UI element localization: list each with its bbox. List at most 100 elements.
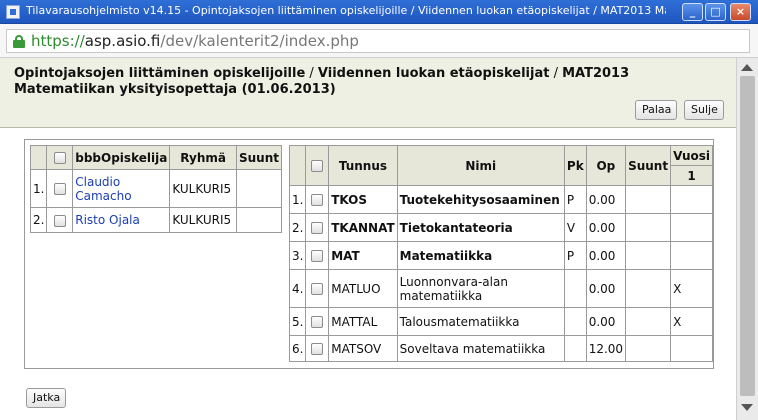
course-pk bbox=[563, 269, 587, 308]
courses-table: Tunnus Nimi Pk Op Suunt Vuosi 1 1. TKOS Tu… bbox=[288, 145, 713, 362]
select-all-students-checkbox[interactable] bbox=[53, 152, 66, 164]
back-button[interactable]: Palaa bbox=[635, 100, 677, 120]
column-header-year-1[interactable]: 1 bbox=[670, 165, 713, 186]
breadcrumb-item: Viidennen luokan etäopiskelijat bbox=[317, 66, 550, 81]
continue-button[interactable]: Jatka bbox=[26, 388, 66, 408]
course-code: MATLUO bbox=[328, 269, 398, 308]
row-number: 1. bbox=[29, 169, 48, 208]
lock-icon bbox=[13, 35, 25, 48]
course-code: MAT bbox=[328, 241, 398, 270]
course-checkbox[interactable] bbox=[311, 194, 324, 206]
course-op: 0.00 bbox=[585, 269, 627, 308]
url-text: https://asp.asio.fi/dev/kalenterit2/inde… bbox=[31, 32, 359, 50]
course-code: TKANNAT bbox=[328, 213, 398, 242]
course-year bbox=[670, 335, 713, 362]
course-name: Luonnonvara-alan matematiikka bbox=[396, 269, 565, 308]
row-number: 4. bbox=[288, 269, 307, 308]
course-pk: V bbox=[563, 213, 587, 242]
course-suunt bbox=[625, 241, 672, 270]
course-pk bbox=[563, 335, 587, 362]
course-checkbox[interactable] bbox=[311, 283, 324, 295]
course-code: TKOS bbox=[328, 185, 398, 214]
course-suunt bbox=[625, 213, 672, 242]
course-suunt bbox=[625, 335, 672, 362]
student-group: KULKURI5 bbox=[169, 207, 237, 233]
table-row[interactable]: 5. MATTAL Talousmatematiikka 0.00 X bbox=[288, 307, 713, 336]
scroll-down-icon[interactable] bbox=[741, 404, 753, 411]
student-link[interactable]: Risto Ojala bbox=[75, 213, 140, 227]
course-year: X bbox=[670, 307, 713, 336]
course-year bbox=[670, 241, 713, 270]
course-pk: P bbox=[563, 241, 587, 270]
vertical-scrollbar[interactable] bbox=[736, 58, 758, 420]
column-header-code[interactable]: Tunnus bbox=[328, 145, 398, 186]
close-button[interactable]: Sulje bbox=[684, 100, 724, 120]
course-checkbox[interactable] bbox=[311, 343, 324, 355]
row-number: 5. bbox=[288, 307, 307, 336]
course-checkbox[interactable] bbox=[311, 222, 324, 234]
content-frame: bbbOpiskelija Ryhmä Suunt 1. Claudio Cam… bbox=[24, 139, 714, 369]
maximize-button[interactable]: □ bbox=[705, 3, 726, 21]
row-number: 2. bbox=[288, 213, 307, 242]
window-title: Tilavarausohjelmisto v14.15 - Opintojaks… bbox=[26, 4, 666, 17]
scroll-up-icon[interactable] bbox=[741, 64, 753, 71]
course-op: 0.00 bbox=[585, 213, 627, 242]
course-code: MATSOV bbox=[328, 335, 398, 362]
row-number: 2. bbox=[29, 207, 48, 233]
url-field[interactable]: https://asp.asio.fi/dev/kalenterit2/inde… bbox=[6, 29, 750, 53]
course-name: Talousmatematiikka bbox=[396, 307, 565, 336]
table-row[interactable]: 3. MAT Matematiikka P 0.00 bbox=[288, 241, 713, 270]
student-checkbox[interactable] bbox=[53, 214, 66, 227]
breadcrumb: Opintojaksojen liittäminen opiskelijoill… bbox=[14, 66, 630, 97]
table-row[interactable]: 6. MATSOV Soveltava matematiikka 12.00 bbox=[288, 335, 713, 362]
table-row[interactable]: 4. MATLUO Luonnonvara-alan matematiikka 0.0… bbox=[288, 269, 713, 308]
column-header-pk[interactable]: Pk bbox=[563, 145, 587, 186]
course-op: 0.00 bbox=[585, 307, 627, 336]
scroll-thumb[interactable] bbox=[740, 76, 755, 396]
course-code: MATTAL bbox=[328, 307, 398, 336]
app-icon bbox=[6, 5, 20, 19]
course-op: 0.00 bbox=[585, 185, 627, 214]
close-window-button[interactable]: × bbox=[730, 3, 751, 21]
course-year bbox=[670, 213, 713, 242]
breadcrumb-item: Opintojaksojen liittäminen opiskelijoill… bbox=[14, 66, 306, 81]
course-op: 0.00 bbox=[585, 241, 627, 270]
student-suunt bbox=[235, 169, 283, 208]
table-row[interactable]: 1. TKOS Tuotekehitysosaaminen P 0.00 bbox=[288, 185, 713, 214]
table-row: 1. Claudio Camacho KULKURI5 bbox=[29, 169, 283, 208]
course-name: Soveltava matematiikka bbox=[396, 335, 565, 362]
course-checkbox[interactable] bbox=[311, 250, 324, 262]
course-pk bbox=[563, 307, 587, 336]
course-checkbox[interactable] bbox=[311, 316, 324, 328]
student-suunt bbox=[235, 207, 283, 233]
course-year bbox=[670, 185, 713, 214]
course-pk: P bbox=[563, 185, 587, 214]
column-header-suunt[interactable]: Suunt bbox=[625, 145, 672, 186]
column-header-group[interactable]: Ryhmä bbox=[169, 145, 237, 170]
course-name: Tuotekehitysosaaminen bbox=[396, 185, 565, 214]
page-header: Opintojaksojen liittäminen opiskelijoill… bbox=[0, 58, 736, 128]
student-checkbox[interactable] bbox=[53, 183, 66, 195]
column-header-suunt[interactable]: Suunt bbox=[235, 145, 283, 170]
table-row[interactable]: 2. TKANNAT Tietokantateoria V 0.00 bbox=[288, 213, 713, 242]
course-year: X bbox=[670, 269, 713, 308]
column-header-student[interactable]: bbbOpiskelija bbox=[72, 145, 171, 170]
address-bar: https://asp.asio.fi/dev/kalenterit2/inde… bbox=[0, 24, 758, 58]
minimize-button[interactable]: _ bbox=[682, 3, 703, 21]
course-name: Matematiikka bbox=[396, 241, 565, 270]
course-suunt bbox=[625, 269, 672, 308]
table-row: 2. Risto Ojala KULKURI5 bbox=[29, 207, 283, 233]
student-link[interactable]: Claudio Camacho bbox=[75, 175, 131, 203]
column-header-year[interactable]: Vuosi bbox=[670, 145, 713, 166]
course-name: Tietokantateoria bbox=[396, 213, 565, 242]
row-number: 1. bbox=[288, 185, 307, 214]
row-number: 3. bbox=[288, 241, 307, 270]
column-header-name[interactable]: Nimi bbox=[396, 145, 565, 186]
column-header-op[interactable]: Op bbox=[585, 145, 627, 186]
course-op: 12.00 bbox=[585, 335, 627, 362]
course-suunt bbox=[625, 185, 672, 214]
student-group: KULKURI5 bbox=[169, 169, 237, 208]
students-table: bbbOpiskelija Ryhmä Suunt 1. Claudio Cam… bbox=[29, 145, 283, 233]
row-number: 6. bbox=[288, 335, 307, 362]
select-all-courses-checkbox[interactable] bbox=[311, 160, 324, 172]
